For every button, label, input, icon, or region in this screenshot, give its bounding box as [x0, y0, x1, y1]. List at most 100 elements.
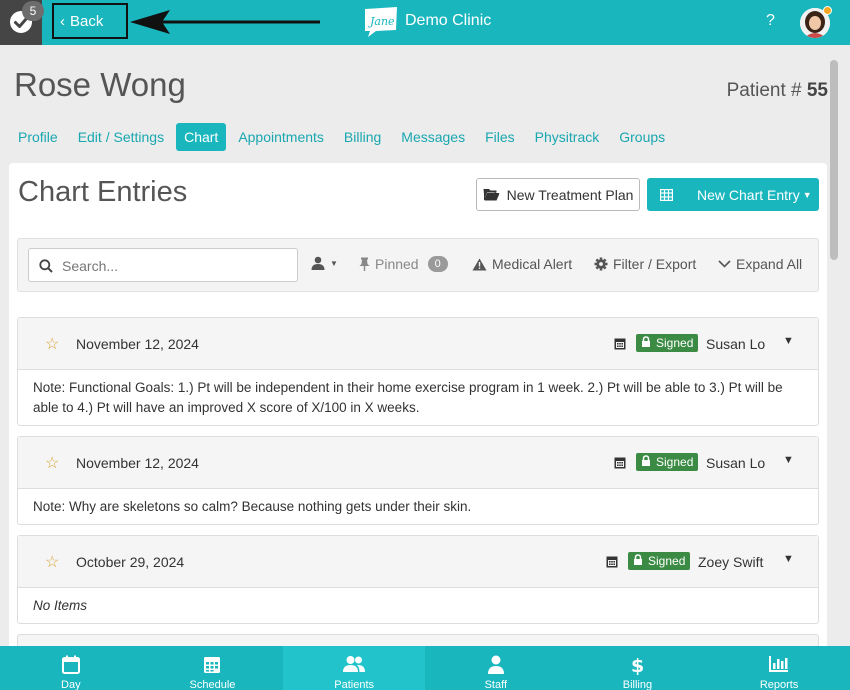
- nav-schedule[interactable]: Schedule: [142, 646, 284, 690]
- star-icon[interactable]: ☆: [45, 552, 59, 572]
- staff-icon: [487, 655, 504, 674]
- new-chart-entry-label: New Chart Entry: [697, 186, 800, 203]
- caret-down-icon[interactable]: ▼: [783, 335, 794, 347]
- nav-patients[interactable]: Patients: [283, 646, 425, 690]
- patient-tabs: Profile Edit / Settings Chart Appointmen…: [10, 123, 677, 151]
- tab-messages[interactable]: Messages: [393, 123, 473, 151]
- tab-edit-settings[interactable]: Edit / Settings: [70, 123, 172, 151]
- signed-badge: Signed: [636, 334, 699, 352]
- search-input[interactable]: [62, 256, 282, 276]
- chevron-down-icon: [718, 260, 731, 268]
- caret-down-icon: ▼: [330, 258, 338, 268]
- scrollbar[interactable]: [830, 60, 838, 260]
- nav-day[interactable]: Day: [0, 646, 142, 690]
- top-bar: 5 ‹ Back Jane Demo Clinic ?: [0, 0, 850, 45]
- calendar-icon[interactable]: [614, 337, 626, 350]
- calendar-icon[interactable]: [614, 456, 626, 469]
- pinned-count-badge: 0: [427, 256, 448, 272]
- back-label: Back: [70, 12, 104, 30]
- medical-alert-filter[interactable]: Medical Alert: [472, 256, 572, 272]
- lock-icon: [642, 455, 650, 466]
- tab-billing[interactable]: Billing: [336, 123, 389, 151]
- pin-icon: [359, 257, 370, 271]
- logo-text: Jane: [368, 15, 395, 28]
- search-icon: [39, 259, 53, 273]
- caret-down-icon[interactable]: ▼: [783, 454, 794, 466]
- schedule-grid-icon: [204, 657, 221, 673]
- bottom-nav: Day Schedule Patients Staff $ Billing Re…: [0, 646, 850, 690]
- new-treatment-plan-button[interactable]: New Treatment Plan: [476, 178, 640, 211]
- folder-open-icon: [483, 189, 500, 201]
- calendar-icon[interactable]: [606, 555, 618, 568]
- notifications-button[interactable]: 5: [0, 0, 44, 45]
- tab-physitrack[interactable]: Physitrack: [527, 123, 608, 151]
- nav-billing[interactable]: $ Billing: [567, 646, 709, 690]
- entry-author: Susan Lo: [706, 336, 766, 352]
- expand-all-label: Expand All: [736, 256, 803, 272]
- filter-export-button[interactable]: Filter / Export: [594, 256, 696, 272]
- signed-label: Signed: [648, 554, 686, 568]
- signed-badge: Signed: [636, 453, 699, 471]
- patients-icon: [343, 656, 366, 672]
- chevron-left-icon: ‹: [60, 12, 65, 30]
- help-button[interactable]: ?: [766, 12, 775, 30]
- dollar-icon: $: [631, 655, 644, 675]
- user-icon: [311, 256, 325, 270]
- tab-chart[interactable]: Chart: [176, 123, 227, 151]
- expand-all-button[interactable]: Expand All: [718, 256, 802, 272]
- nav-patients-label: Patients: [334, 679, 375, 690]
- entry-date: November 12, 2024: [76, 336, 199, 352]
- clinic-name: Demo Clinic: [405, 12, 492, 29]
- medical-alert-label: Medical Alert: [492, 256, 573, 272]
- tab-groups[interactable]: Groups: [611, 123, 673, 151]
- caret-down-icon[interactable]: ▼: [783, 553, 794, 565]
- entry-author: Susan Lo: [706, 455, 766, 471]
- search-field[interactable]: [28, 248, 298, 282]
- jane-logo: Jane: [365, 7, 397, 37]
- new-chart-entry-button[interactable]: New Chart Entry ▼: [647, 178, 819, 211]
- signed-badge: Signed: [628, 552, 691, 570]
- entry-note: Note: Functional Goals: 1.) Pt will be i…: [33, 380, 783, 415]
- gear-icon: [594, 257, 608, 271]
- caret-down-icon: ▼: [802, 189, 812, 200]
- bar-chart-icon: [769, 656, 789, 672]
- nav-day-label: Day: [61, 679, 81, 690]
- calendar-icon: [61, 655, 80, 674]
- entry-note: No Items: [33, 598, 88, 613]
- patient-number-prefix: Patient #: [726, 80, 802, 101]
- chart-entry-header[interactable]: ☆ November 12, 2024 Signed Susan Lo ▼: [18, 318, 818, 370]
- tab-files[interactable]: Files: [477, 123, 523, 151]
- entry-date: October 29, 2024: [76, 554, 185, 570]
- svg-text:$: $: [631, 655, 644, 675]
- nav-staff[interactable]: Staff: [425, 646, 567, 690]
- back-button[interactable]: ‹ Back: [52, 3, 128, 39]
- status-dot: [823, 6, 832, 15]
- tab-appointments[interactable]: Appointments: [230, 123, 332, 151]
- star-icon[interactable]: ☆: [45, 453, 59, 473]
- patient-number-value: 55: [806, 80, 828, 101]
- lock-icon: [634, 554, 642, 565]
- nav-staff-label: Staff: [484, 679, 508, 690]
- nav-reports-label: Reports: [759, 679, 799, 690]
- warning-icon: [472, 258, 487, 270]
- chart-entry-header[interactable]: ☆ November 12, 2024 Signed Susan Lo ▼: [18, 437, 818, 489]
- new-treatment-plan-label: New Treatment Plan: [506, 186, 634, 203]
- nav-billing-label: Billing: [622, 679, 653, 690]
- chart-entry: ☆ November 12, 2024 Signed Susan Lo ▼ No…: [17, 436, 819, 525]
- nav-reports[interactable]: Reports: [708, 646, 850, 690]
- table-icon: [660, 188, 673, 201]
- user-filter-dropdown[interactable]: ▼: [311, 256, 338, 270]
- nav-schedule-label: Schedule: [189, 679, 236, 690]
- page-title: Chart Entries: [18, 176, 188, 208]
- filter-export-label: Filter / Export: [613, 256, 697, 272]
- patient-number: Patient # 55: [727, 80, 828, 102]
- pinned-filter[interactable]: Pinned 0: [359, 256, 448, 272]
- chart-entry-header[interactable]: ☆ October 29, 2024 Signed Zoey Swift ▼: [18, 536, 818, 588]
- star-icon[interactable]: ☆: [45, 334, 59, 354]
- patient-name: Rose Wong: [14, 66, 186, 103]
- tab-profile[interactable]: Profile: [10, 123, 66, 151]
- entry-note: Note: Why are skeletons so calm? Because…: [33, 499, 472, 514]
- entry-author: Zoey Swift: [698, 554, 764, 570]
- chart-entry: ☆ October 29, 2024 Signed Zoey Swift ▼ N…: [17, 535, 819, 624]
- signed-label: Signed: [656, 455, 694, 469]
